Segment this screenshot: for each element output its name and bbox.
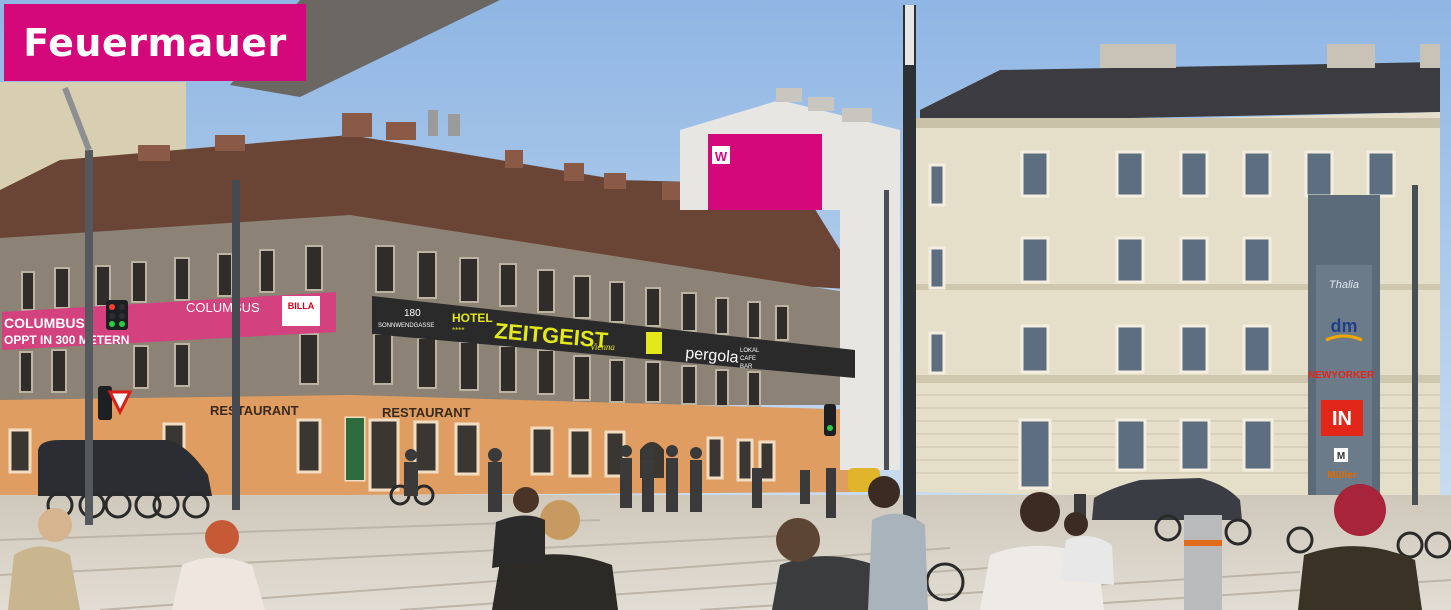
photo-scene: W COLUMBUS OPPT IN 300 METERN COLUMBUS B… <box>0 0 1451 610</box>
restaurant-sign-right: RESTAURANT <box>382 405 471 420</box>
columbus-banner-sub: OPPT IN 300 METERN <box>4 333 129 347</box>
totem-dm: dm <box>1331 316 1358 336</box>
chimney <box>564 163 584 181</box>
classical-building-chimney <box>1100 44 1176 68</box>
classical-building-cornice <box>916 118 1440 128</box>
chimney <box>138 145 170 161</box>
hotel-address-number: 180 <box>404 308 421 319</box>
billa-logo: BILLA <box>288 301 315 311</box>
street-scene-svg: W COLUMBUS OPPT IN 300 METERN COLUMBUS B… <box>0 0 1451 610</box>
white-building-chimney <box>776 88 802 102</box>
chimney <box>604 173 626 189</box>
chimney <box>448 114 460 136</box>
pergola-bar: BAR <box>740 364 753 370</box>
totem-muller: Müller <box>1327 470 1357 481</box>
totem-newyorker: NEWYORKER <box>1308 370 1375 381</box>
green-door <box>346 418 364 480</box>
bollard <box>1184 515 1222 610</box>
totem-in: IN <box>1332 408 1352 430</box>
page-title: Feuermauer <box>4 4 306 81</box>
totem-m: M <box>1337 451 1345 462</box>
classical-building-chimney <box>1327 44 1375 68</box>
chimney <box>342 113 372 137</box>
hotel-word: HOTEL <box>452 311 493 325</box>
restaurant-sign-left: RESTAURANT <box>210 403 299 418</box>
chimney <box>428 110 438 136</box>
hotel-logo-square <box>646 332 662 354</box>
classical-building-roof <box>920 62 1440 122</box>
totem-thalia: Thalia <box>1329 279 1359 291</box>
street-pole <box>1412 185 1418 505</box>
billboard-logo: W <box>715 149 728 164</box>
hotel-address-street: SONNWENDGASSE <box>378 323 434 329</box>
hotel-city: Vienna <box>590 342 615 352</box>
pergola-lokal: LOKAL <box>740 348 760 354</box>
chimney <box>505 150 523 168</box>
classical-building-chimney <box>1420 44 1440 68</box>
columbus-banner-text: COLUMBUS <box>4 315 85 331</box>
firewall-billboard <box>708 134 822 210</box>
hotel-stars: **** <box>452 326 464 335</box>
columbus-banner-small: COLUMBUS <box>186 300 260 315</box>
white-building-chimney <box>808 97 834 111</box>
white-building-chimney <box>842 108 872 122</box>
street-pole <box>884 190 889 470</box>
chimney <box>215 135 245 151</box>
street-pole <box>85 150 93 525</box>
street-pole <box>232 180 240 510</box>
bollard-band <box>1184 540 1222 546</box>
pergola-cafe: CAFE <box>740 356 756 362</box>
lamp-top <box>905 5 914 65</box>
tall-pole <box>903 5 916 525</box>
chimney <box>386 122 416 140</box>
